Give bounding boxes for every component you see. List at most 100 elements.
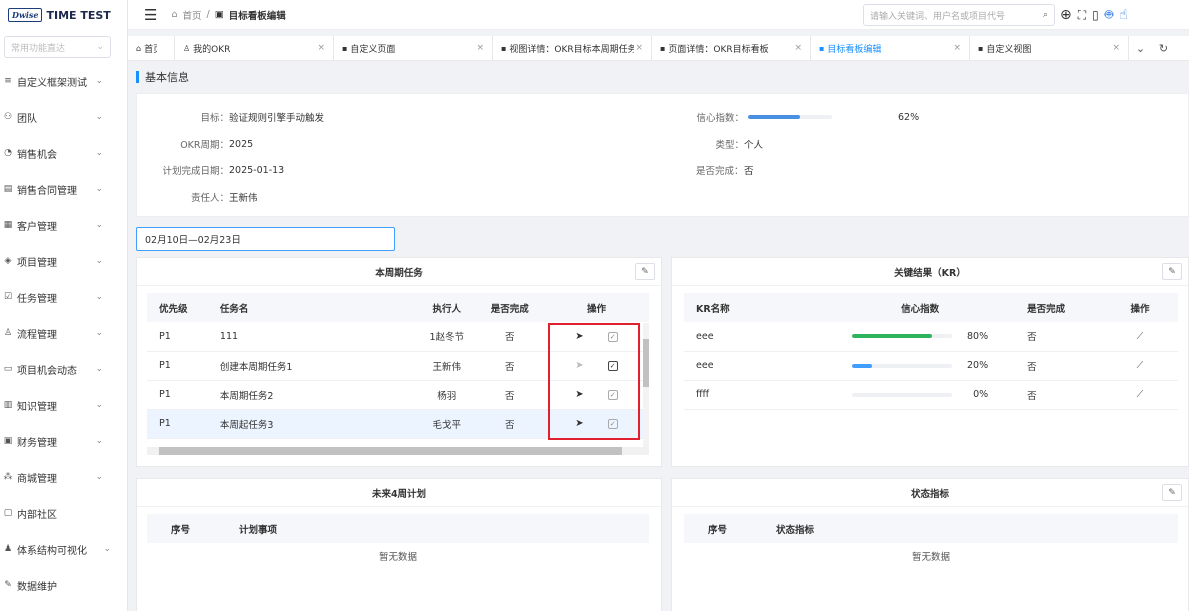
tab-5[interactable]: ▪ 目标看板编辑 ×	[811, 36, 970, 60]
tab-label: 页面详情：OKR目标看板	[668, 44, 769, 55]
tab-label: 自定义页面	[350, 44, 396, 55]
quick-access-select[interactable]: 常用功能直达 ⌄	[4, 36, 111, 58]
done-value: 否	[744, 166, 754, 177]
edit-tasks-button[interactable]: ✎	[635, 263, 655, 280]
highlight-box	[548, 323, 640, 440]
close-icon[interactable]: ×	[794, 43, 802, 53]
edit-icon: ✎	[641, 266, 649, 277]
calendar-icon: ▭	[3, 364, 13, 374]
sidebar-item-12[interactable]: ▢ 内部社区	[0, 495, 127, 531]
chevron-down-icon: ⌄	[95, 76, 103, 86]
logo-badge: Dwise	[8, 8, 43, 22]
owner-value: 王新伟	[229, 193, 258, 204]
owner-field: 责任人： 王新伟	[177, 190, 258, 204]
sidebar-item-10[interactable]: ▣ 财务管理 ⌄	[0, 423, 127, 459]
due-date-label: 计划完成日期：	[162, 166, 229, 177]
line-chart-icon[interactable]: ⟋	[1137, 331, 1144, 342]
sidebar-item-14[interactable]: ✎ 数据维护	[0, 567, 127, 603]
key-results-title-text: 关键结果（KR）	[894, 267, 966, 279]
task-done: 否	[475, 380, 544, 410]
task-priority: P1	[147, 380, 208, 410]
table-row[interactable]: eee 20% 否 ⟋	[684, 351, 1178, 381]
close-icon[interactable]: ×	[317, 43, 325, 53]
confidence-progress-fill	[748, 115, 801, 119]
future-plan-title: 未来4周计划	[137, 479, 661, 507]
sidebar-item-13[interactable]: ♟ 体系结构可视化 ⌄	[0, 531, 127, 567]
task-icon: ☑	[3, 292, 13, 302]
close-icon[interactable]: ×	[476, 43, 484, 53]
plan-table: 序号 计划事项	[147, 514, 649, 543]
current-tasks-title: 本周期任务 ✎	[137, 258, 661, 286]
search-icon[interactable]: ⌕	[1043, 10, 1048, 20]
edit-status-button[interactable]: ✎	[1162, 484, 1182, 501]
tab-6[interactable]: ▪ 自定义视图 ×	[970, 36, 1129, 60]
kr-done: 否	[1015, 351, 1102, 381]
confidence-field: 信心指数： 62%	[690, 110, 919, 125]
status-metrics-title: 状态指标 ✎	[672, 479, 1188, 507]
plan-header-item: 计划事项	[227, 514, 649, 543]
touch-icon[interactable]: ☝	[1119, 7, 1128, 23]
type-value: 个人	[744, 140, 764, 151]
tab-3[interactable]: ▪ 视图详情：OKR目标本周期任务 ×	[493, 36, 652, 60]
kr-header-3: 操作	[1101, 293, 1178, 322]
robot-icon[interactable]: 🤖︎	[1105, 5, 1113, 25]
sidebar-item-8[interactable]: ▭ 项目机会动态 ⌄	[0, 351, 127, 387]
sidebar-item-11[interactable]: ⁂ 商城管理 ⌄	[0, 459, 127, 495]
status-header-metric: 状态指标	[764, 514, 1178, 543]
sidebar-item-1[interactable]: ⚇ 团队 ⌄	[0, 99, 127, 135]
chevron-down-icon: ⌄	[95, 400, 103, 410]
tab-0[interactable]: ⌂首页	[128, 36, 175, 60]
sidebar-item-6[interactable]: ☑ 任务管理 ⌄	[0, 279, 127, 315]
sidebar-item-7[interactable]: ♙ 流程管理 ⌄	[0, 315, 127, 351]
section-title: 基本信息	[136, 61, 1189, 93]
line-chart-icon[interactable]: ⟋	[1137, 389, 1144, 400]
sidebar-item-0[interactable]: ≡ 自定义框架测试 ⌄	[0, 63, 127, 99]
confidence-label: 信心指数：	[696, 113, 744, 124]
sidebar-item-label: 内部社区	[17, 509, 57, 521]
sidebar-item-4[interactable]: ▦ 客户管理 ⌄	[0, 207, 127, 243]
mobile-icon[interactable]: ▯	[1092, 8, 1099, 22]
close-icon[interactable]: ×	[1112, 43, 1120, 53]
dashboard-icon: ▣	[214, 9, 224, 20]
tasks-hscroll-thumb[interactable]	[159, 447, 622, 455]
page-icon: ▪	[978, 43, 984, 53]
date-range-picker[interactable]: 02月10日—02月23日	[136, 227, 395, 251]
basic-info-card: 目标： 验证规则引擎手动触发 OKR周期： 2025 计划完成日期： 2025-…	[136, 93, 1189, 217]
sidebar: Dwise TIME TEST 常用功能直达 ⌄ ≡ 自定义框架测试 ⌄ ⚇ 团队 ⌄ ◔ 销…	[0, 0, 128, 611]
task-name: 本周起任务3	[207, 409, 418, 439]
tab-1[interactable]: ♙ 我的OKR ×	[175, 36, 334, 60]
tab-4[interactable]: ▪ 页面详情：OKR目标看板 ×	[652, 36, 811, 60]
edit-kr-button[interactable]: ✎	[1162, 263, 1182, 280]
chevron-down-icon: ⌄	[95, 364, 103, 374]
global-search-input[interactable]: 请输入关键词、用户名或项目代号 ⌕	[863, 4, 1055, 26]
kr-done: 否	[1015, 322, 1102, 352]
sidebar-item-2[interactable]: ◔ 销售机会 ⌄	[0, 135, 127, 171]
kr-actions: ⟋	[1101, 351, 1178, 381]
chevron-down-icon: ⌄	[96, 42, 104, 52]
tab-label: 首页	[144, 44, 157, 55]
close-icon[interactable]: ×	[953, 43, 961, 53]
kr-table: KR名称 信心指数 是否完成 操作 eee 80% 否 ⟋ eee 20% 否 ⟋ ffff 0% 否 ⟋	[684, 293, 1178, 410]
main-content: 基本信息 目标： 验证规则引擎手动触发 OKR周期： 2025 计划完成日期： …	[128, 61, 1189, 611]
history-icon[interactable]: ↻	[1152, 36, 1175, 60]
customer-icon: ▦	[3, 220, 13, 230]
line-chart-icon[interactable]: ⟋	[1137, 360, 1144, 371]
sidebar-item-9[interactable]: ▥ 知识管理 ⌄	[0, 387, 127, 423]
add-circle-icon[interactable]: ⊕	[1060, 7, 1072, 23]
tab-2[interactable]: ▪ 自定义页面 ×	[334, 36, 493, 60]
future-plan-panel: 未来4周计划 序号 计划事项 暂无数据	[136, 478, 662, 611]
close-icon[interactable]: ×	[635, 43, 643, 53]
tasks-scrollbar-thumb[interactable]	[643, 339, 649, 387]
sidebar-item-3[interactable]: ▤ 销售合同管理 ⌄	[0, 171, 127, 207]
home-icon: ⌂	[136, 43, 142, 53]
breadcrumb-separator: /	[206, 9, 210, 20]
status-empty-text: 暂无数据	[911, 552, 950, 563]
kr-progress-bar	[852, 334, 953, 339]
fullscreen-icon[interactable]: ⛶	[1078, 8, 1086, 23]
menu-toggle-icon[interactable]: ☰	[144, 6, 157, 24]
table-row[interactable]: eee 80% 否 ⟋	[684, 322, 1178, 352]
breadcrumb-home[interactable]: 首页	[182, 8, 201, 22]
tabs-dropdown-icon[interactable]: ⌄	[1129, 36, 1152, 60]
sidebar-item-5[interactable]: ◈ 项目管理 ⌄	[0, 243, 127, 279]
table-row[interactable]: ffff 0% 否 ⟋	[684, 380, 1178, 410]
